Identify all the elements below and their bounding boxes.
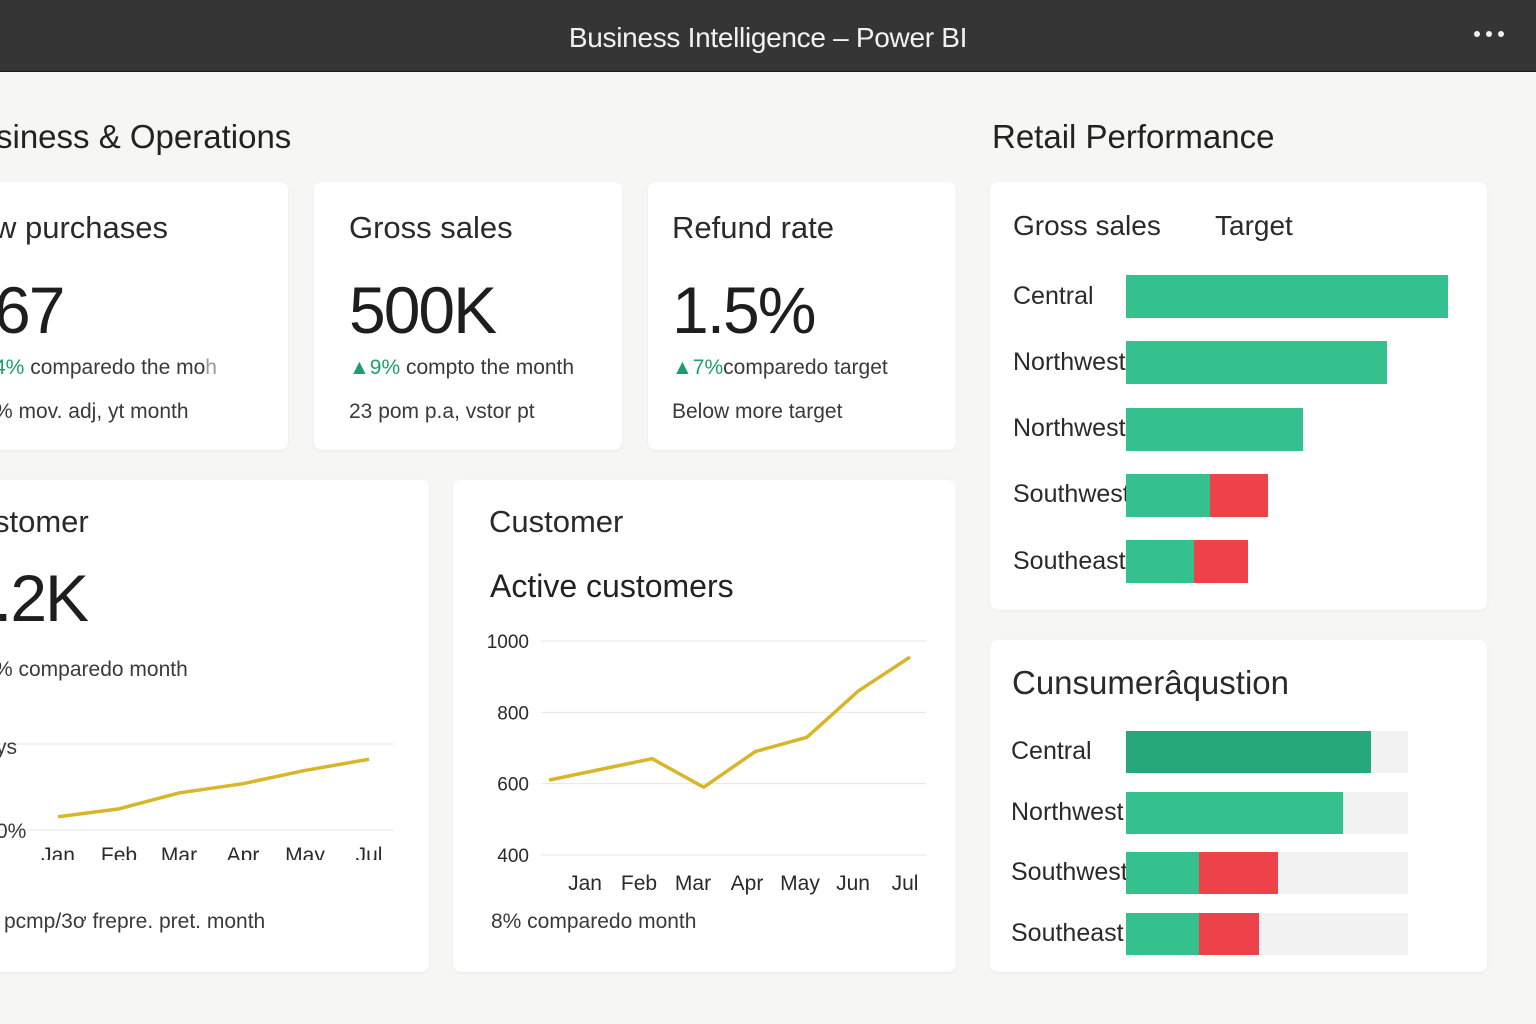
legend-target: Target bbox=[1215, 210, 1293, 241]
more-options-icon[interactable] bbox=[1474, 22, 1504, 46]
kpi-title: w purchases bbox=[0, 210, 169, 245]
kpi-value: 1.5% bbox=[672, 273, 816, 347]
active-customers-card[interactable]: Customer Active customers 1000 800 600 400 J… bbox=[453, 480, 956, 972]
kpi-title: Refund rate bbox=[672, 210, 834, 245]
kpi-note: % mov. adj, yt month bbox=[0, 400, 189, 423]
bar-category-label: Central bbox=[1013, 281, 1094, 310]
bar-segment[interactable] bbox=[1126, 341, 1387, 385]
bar-category-label: Northwest bbox=[1011, 797, 1124, 826]
bar-category-label: Central bbox=[1011, 737, 1092, 765]
active-card-footer: 8% comparedo month bbox=[491, 910, 697, 933]
y-tick-label: 400 bbox=[497, 846, 529, 867]
customer-card-delta: % comparedo month bbox=[0, 658, 188, 681]
line-series bbox=[57, 757, 370, 819]
x-tick-label: Apr bbox=[731, 872, 764, 895]
customer-line-chart: ys 0% Jan Feb Mar Apr May Jul bbox=[0, 736, 394, 860]
y-tick-label: 1000 bbox=[487, 632, 529, 653]
kpi-delta-percent: ▲7% bbox=[672, 356, 724, 379]
x-tick-label: Jul bbox=[892, 872, 919, 895]
kpi-note: 23 pom p.a, vstor pt bbox=[349, 400, 535, 423]
legend-gross-sales: Gross sales bbox=[1013, 210, 1161, 241]
bar-category-label: Northwest bbox=[1013, 414, 1126, 443]
kpi-delta-percent: 4% bbox=[0, 356, 25, 379]
kpi-delta-text: compto the month bbox=[400, 356, 575, 379]
kpi-delta-suffix: h bbox=[205, 356, 217, 379]
section-title-retail: Retail Performance bbox=[992, 118, 1275, 155]
line-series bbox=[548, 655, 911, 789]
consumer-card-title: Cunsumerâqustion bbox=[1012, 664, 1289, 701]
bar-category-label: Southeast bbox=[1011, 918, 1124, 947]
active-card-subtitle: Active customers bbox=[490, 568, 734, 604]
x-tick-label: Jul bbox=[356, 844, 383, 860]
customer-card-title: stomer bbox=[0, 504, 89, 539]
bar-segment[interactable] bbox=[1126, 407, 1304, 451]
bar-segment[interactable] bbox=[1199, 912, 1259, 955]
kpi-title: Gross sales bbox=[349, 210, 513, 245]
title-bar: Business Intelligence – Power BI bbox=[0, 0, 1536, 72]
x-tick-label: Mar bbox=[675, 872, 711, 895]
bar-segment[interactable] bbox=[1126, 731, 1372, 773]
x-tick-label: Feb bbox=[101, 844, 137, 860]
consumer-acquisition-card[interactable]: Cunsumerâqustion Central Northwest Southwe… bbox=[990, 640, 1487, 972]
x-tick-label: Jan bbox=[568, 872, 602, 895]
kpi-card-refund-rate[interactable]: Refund rate 1.5% ▲7%comparedo target Bel… bbox=[648, 182, 956, 450]
bar-category-label: Southeast bbox=[1013, 546, 1126, 575]
kpi-delta-percent: ▲9% bbox=[349, 356, 401, 379]
active-card-title: Customer bbox=[489, 504, 624, 539]
y-tick-label: 600 bbox=[497, 775, 529, 796]
bar-segment[interactable] bbox=[1126, 275, 1448, 318]
bar-segment[interactable] bbox=[1126, 473, 1210, 517]
bar-category-label: Southwest bbox=[1011, 858, 1128, 886]
bar-segment[interactable] bbox=[1126, 791, 1344, 834]
x-tick-label: May bbox=[780, 872, 820, 895]
y-tick-label: ys bbox=[0, 736, 17, 759]
kpi-value: 500K bbox=[349, 273, 497, 347]
kpi-note: Below more target bbox=[672, 400, 843, 423]
customer-card-footer: pcmp/3ơ frepre. pret. month bbox=[4, 910, 266, 933]
bar-category-label: Southwest bbox=[1013, 480, 1130, 509]
section-title-business: siness & Operations bbox=[0, 118, 292, 155]
y-tick-label: 0% bbox=[0, 820, 26, 843]
customer-card-value: .2K bbox=[0, 561, 89, 635]
x-tick-label: Jan bbox=[41, 844, 75, 860]
x-tick-label: Apr bbox=[227, 844, 260, 860]
kpi-delta-text: comparedo target bbox=[723, 356, 888, 379]
x-tick-label: May bbox=[285, 844, 325, 860]
kpi-value: 67 bbox=[0, 273, 65, 347]
kpi-delta-text: comparedo the mo bbox=[24, 356, 206, 379]
window-title: Business Intelligence – Power BI bbox=[568, 22, 968, 53]
active-customers-line-chart: 1000 800 600 400 Jan Feb Mar Apr May Jun Jul bbox=[487, 632, 926, 895]
bar-segment[interactable] bbox=[1199, 852, 1279, 894]
x-tick-label: Feb bbox=[621, 872, 657, 895]
x-tick-label: Jun bbox=[836, 872, 870, 895]
bar-segment[interactable] bbox=[1193, 540, 1249, 584]
kpi-delta: ▲9% compto the month bbox=[349, 356, 574, 380]
bar-segment[interactable] bbox=[1209, 473, 1268, 517]
bar-category-label: Northwest bbox=[1013, 347, 1126, 376]
kpi-card-purchases[interactable]: w purchases 67 4% comparedo the moh % mo… bbox=[0, 182, 288, 450]
kpi-delta: ▲7%comparedo target bbox=[672, 356, 888, 380]
bar-segment[interactable] bbox=[1126, 912, 1200, 955]
kpi-delta: 4% comparedo the moh bbox=[0, 356, 217, 380]
bar-segment[interactable] bbox=[1126, 852, 1200, 894]
bar-segment[interactable] bbox=[1126, 540, 1194, 584]
kpi-card-gross-sales[interactable]: Gross sales 500K ▲9% compto the month 23… bbox=[314, 182, 622, 450]
y-tick-label: 800 bbox=[497, 703, 529, 724]
x-tick-label: Mar bbox=[161, 844, 197, 860]
customer-card[interactable]: stomer .2K % comparedo month ys 0% Jan Fe… bbox=[0, 480, 429, 972]
retail-performance-card[interactable]: Gross sales Target Central Northwest North… bbox=[990, 182, 1487, 610]
